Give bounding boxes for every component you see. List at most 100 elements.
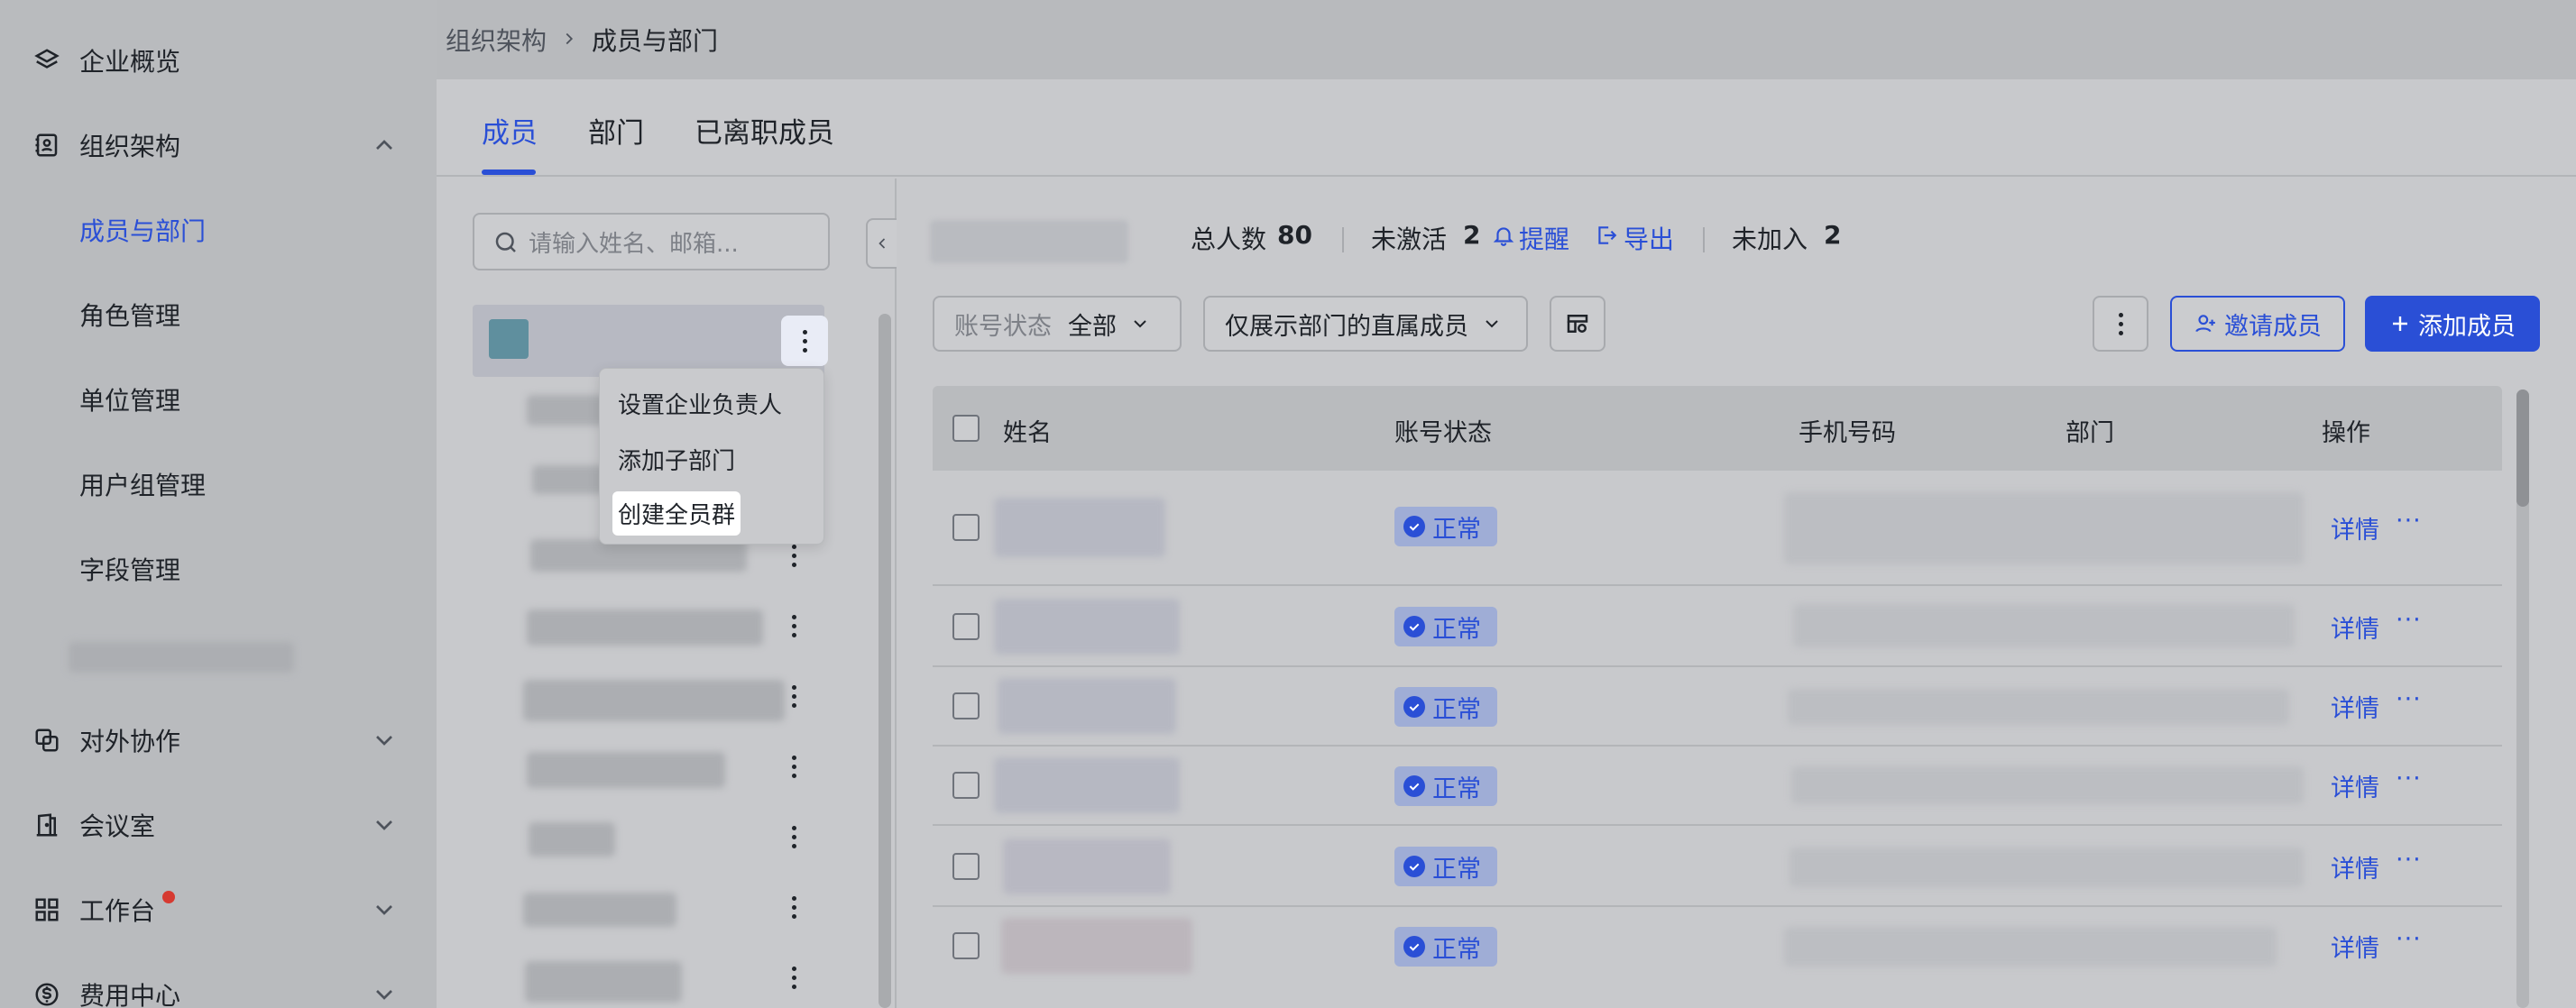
sidebar-item-fields[interactable]: 字段管理 [0, 527, 437, 611]
row-more-button[interactable]: ··· [2396, 765, 2422, 793]
row-checkbox[interactable] [952, 692, 980, 719]
status-text: 正常 [1432, 855, 1481, 884]
sidebar-item-label: 角色管理 [79, 301, 181, 331]
row-more-button[interactable]: ··· [2396, 685, 2422, 713]
sidebar-item-label: 成员与部门 [79, 216, 207, 246]
table-row[interactable]: 正常 详情 ··· [933, 826, 2502, 907]
chevron-down-icon[interactable] [370, 811, 399, 839]
row-checkbox[interactable] [952, 772, 980, 799]
more-vertical-icon [776, 678, 812, 714]
dept-row-redacted[interactable] [527, 609, 763, 646]
row-checkbox[interactable] [952, 514, 980, 541]
dept-more-button[interactable] [776, 819, 812, 855]
dept-more-button[interactable] [781, 316, 828, 366]
dept-more-button[interactable] [776, 748, 812, 784]
dept-more-button[interactable] [776, 959, 812, 995]
status-badge: 正常 [1394, 766, 1497, 806]
row-checkbox[interactable] [952, 613, 980, 640]
column-header-department[interactable]: 部门 [2065, 413, 2114, 448]
name-redacted [1001, 918, 1192, 974]
breadcrumb-current: 成员与部门 [592, 26, 719, 56]
name-redacted [994, 599, 1180, 655]
more-vertical-icon [776, 748, 812, 784]
account-status-filter[interactable]: 账号状态 全部 [933, 296, 1182, 352]
sidebar-item-org[interactable]: 组织架构 [0, 103, 437, 188]
collapse-panel-button[interactable] [866, 218, 897, 269]
menu-item-add-subdept[interactable]: 添加子部门 [618, 443, 735, 476]
table-row[interactable]: 正常 详情 ··· [933, 586, 2502, 667]
column-header-status[interactable]: 账号状态 [1394, 413, 1492, 448]
tab-former-members[interactable]: 已离职成员 [695, 110, 834, 151]
table-row[interactable]: 正常 详情 ··· [933, 667, 2502, 747]
chevron-down-icon [1134, 320, 1146, 328]
tab-members[interactable]: 成员 [482, 110, 538, 151]
check-circle-icon [1403, 936, 1425, 958]
collab-icon [32, 726, 61, 755]
chevron-down-icon[interactable] [370, 980, 399, 1008]
column-header-name[interactable]: 姓名 [1003, 413, 1052, 448]
menu-item-set-owner[interactable]: 设置企业负责人 [618, 387, 782, 420]
details-link[interactable]: 详情 [2331, 768, 2379, 803]
tab-departments[interactable]: 部门 [588, 110, 644, 151]
sidebar-item-label: 费用中心 [79, 981, 181, 1008]
details-link[interactable]: 详情 [2331, 689, 2379, 724]
details-link[interactable]: 详情 [2331, 510, 2379, 545]
dept-scrollbar[interactable] [879, 314, 891, 1008]
sidebar-item-members-depts[interactable]: 成员与部门 [0, 188, 437, 272]
breadcrumb-parent[interactable]: 组织架构 [446, 22, 547, 58]
dept-row-redacted[interactable] [529, 822, 615, 857]
tab-bar: 成员 部门 已离职成员 [437, 79, 2576, 177]
add-member-button[interactable]: 添加成员 [2365, 296, 2540, 352]
dept-row-redacted[interactable] [525, 961, 682, 1003]
chevron-down-icon[interactable] [370, 726, 399, 755]
table-row[interactable]: 正常 详情 ··· [933, 907, 2502, 986]
dept-row-redacted[interactable] [527, 752, 725, 788]
phone-dept-redacted [1788, 689, 2289, 725]
dept-row-redacted[interactable] [523, 680, 785, 721]
row-more-button[interactable]: ··· [2396, 925, 2422, 953]
row-checkbox[interactable] [952, 853, 980, 880]
sidebar-item-collab[interactable]: 对外协作 [0, 698, 437, 783]
export-link[interactable]: 导出 [1624, 220, 1674, 256]
details-link[interactable]: 详情 [2331, 849, 2379, 884]
select-all-checkbox[interactable] [952, 415, 980, 442]
table-scrollbar-thumb[interactable] [2516, 389, 2529, 507]
dept-more-button[interactable] [776, 678, 812, 714]
dept-row-redacted[interactable] [523, 893, 676, 927]
row-checkbox[interactable] [952, 932, 980, 959]
row-more-button[interactable]: ··· [2396, 507, 2422, 535]
sidebar-item-label: 企业概览 [79, 47, 181, 77]
scope-filter[interactable]: 仅展示部门的直属成员 [1203, 296, 1528, 352]
table-row[interactable]: 正常 详情 ··· [933, 471, 2502, 586]
column-header-phone[interactable]: 手机号码 [1799, 413, 1896, 448]
dept-more-button[interactable] [776, 889, 812, 925]
chevron-down-icon[interactable] [370, 895, 399, 924]
details-link[interactable]: 详情 [2331, 929, 2379, 964]
sidebar-item-meeting-room[interactable]: 会议室 [0, 783, 437, 867]
search-input[interactable]: 请输入姓名、邮箱... [473, 213, 830, 270]
chevron-up-icon[interactable] [370, 131, 399, 160]
more-vertical-icon [776, 608, 812, 644]
check-circle-icon [1403, 516, 1425, 537]
redacted-item [69, 642, 294, 673]
sidebar-item-usergroups[interactable]: 用户组管理 [0, 442, 437, 527]
remind-link[interactable]: 提醒 [1519, 220, 1569, 256]
more-actions-button[interactable] [2093, 296, 2148, 352]
more-vertical-icon [2118, 312, 2123, 335]
sidebar-item-units[interactable]: 单位管理 [0, 357, 437, 442]
name-redacted [998, 678, 1176, 734]
table-row[interactable]: 正常 详情 ··· [933, 747, 2502, 826]
row-more-button[interactable]: ··· [2396, 606, 2422, 634]
details-link[interactable]: 详情 [2331, 609, 2379, 645]
dept-more-button[interactable] [776, 608, 812, 644]
row-more-button[interactable]: ··· [2396, 846, 2422, 874]
sidebar-item-overview[interactable]: 企业概览 [0, 18, 437, 103]
column-settings-button[interactable] [1550, 296, 1605, 352]
sidebar-item-roles[interactable]: 角色管理 [0, 272, 437, 357]
sidebar-item-workbench[interactable]: 工作台 [0, 867, 437, 952]
sidebar-item-label: 对外协作 [79, 727, 181, 756]
invite-member-button[interactable]: 邀请成员 [2170, 296, 2345, 352]
sidebar-item-billing[interactable]: 费用中心 [0, 952, 437, 1008]
members-table: 姓名 账号状态 手机号码 部门 操作 正常 详情 ··· 正常 详情 ··· 正… [933, 386, 2502, 1008]
menu-item-create-group[interactable]: 创建全员群 [612, 491, 741, 536]
